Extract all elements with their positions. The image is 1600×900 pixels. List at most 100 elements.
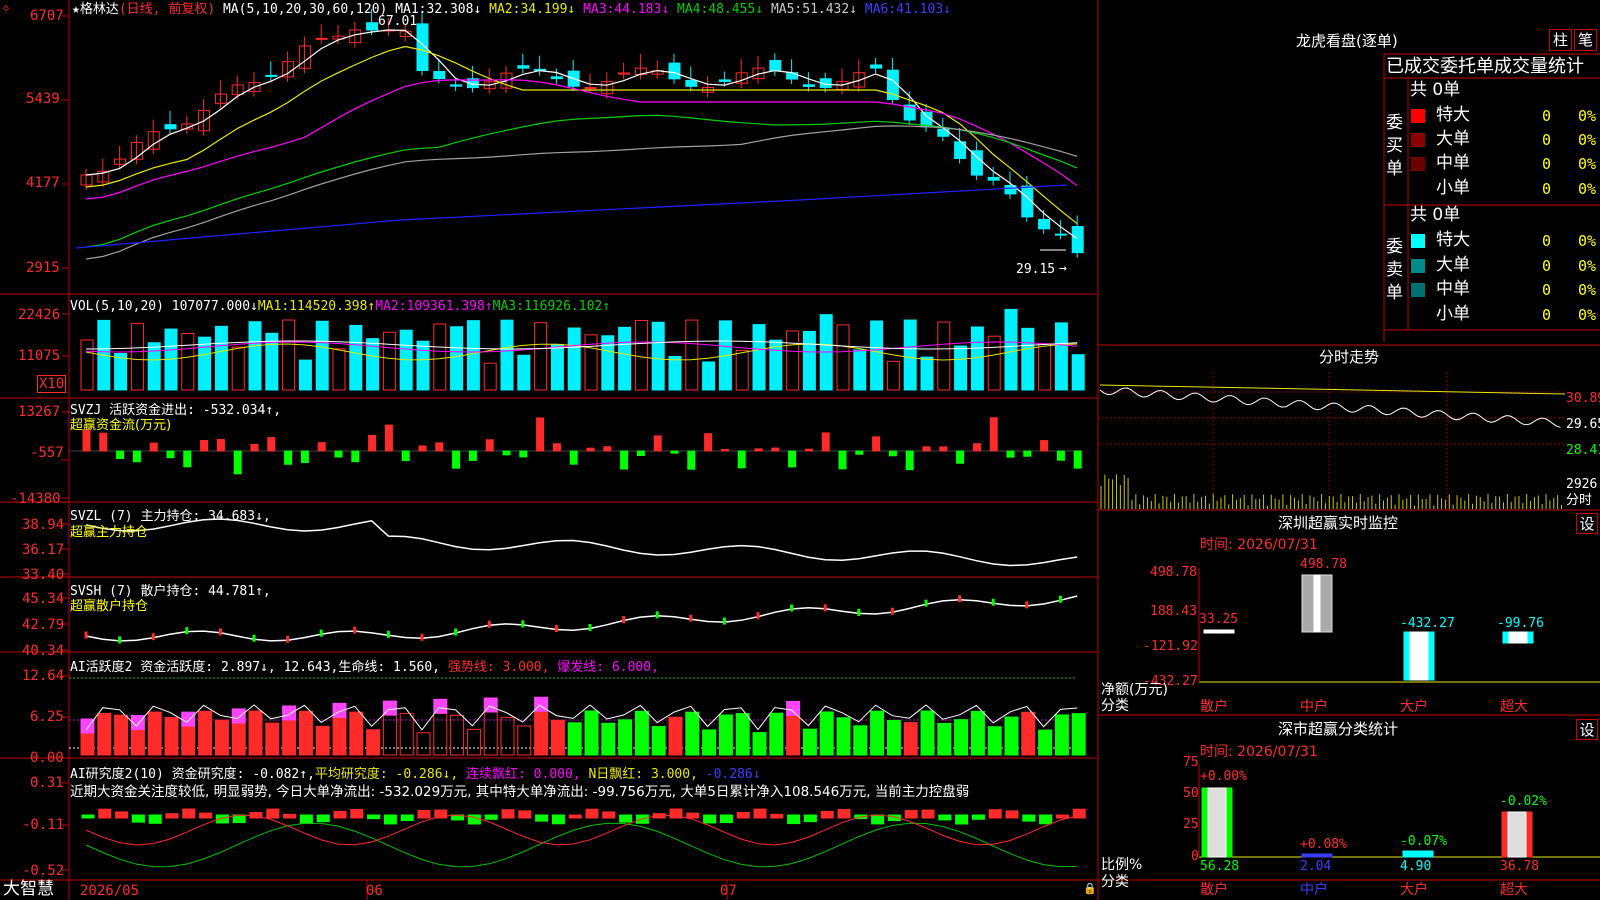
flow-bar	[334, 450, 343, 458]
sz-monitor-tick-2: 188.43	[1150, 604, 1197, 619]
research-bar	[988, 809, 1002, 819]
candle-down	[517, 65, 530, 69]
sz-category-title: 深市超赢分类统计	[1278, 720, 1399, 738]
buy-l-pct: 0%	[1578, 131, 1597, 149]
favorite-star-icon[interactable]: ★	[72, 2, 80, 17]
price-tick-1: 6707	[30, 8, 64, 24]
sz-category-tick-2: 50	[1183, 786, 1199, 801]
tab-orders[interactable]: 委托单	[1440, 56, 1494, 77]
lock-icon[interactable]: 🔒	[1083, 883, 1097, 894]
sz-monitor-settings-button[interactable]: 设	[1576, 513, 1598, 534]
buy-m-name: 中单	[1436, 153, 1470, 173]
bar-view-button[interactable]: 柱	[1549, 29, 1572, 51]
volume-bar-down	[1071, 354, 1085, 391]
research-bar	[719, 814, 733, 824]
volume-bar-down	[416, 340, 430, 391]
volume-bar-up	[786, 330, 800, 391]
svsh-tick	[185, 627, 189, 635]
sz-monitor-y-unit: 净额(万元)	[1101, 682, 1168, 698]
volume-bar-down	[147, 342, 161, 391]
svzj-header: SVZJ 活跃资金进出: -532.034↑,	[70, 404, 281, 417]
ai-active-life: 生命线: 1.560,	[338, 660, 441, 675]
buy-m-swatch	[1411, 157, 1425, 171]
flow-bar	[418, 445, 427, 452]
sz-monitor-time: 时间: 2026/07/31	[1200, 537, 1318, 553]
svzj-value: -532.034↑,	[202, 403, 282, 418]
svzl-subtitle: 超赢主力持仓	[70, 525, 149, 540]
research-bar	[871, 814, 885, 825]
candle-down	[450, 84, 463, 87]
volume-bar-down	[920, 356, 934, 391]
vol-title: VOL(5,10,20)	[70, 299, 164, 314]
main-chart-canvas[interactable]	[0, 0, 1600, 900]
candle-down	[1071, 226, 1084, 254]
tab-volume-stats[interactable]: 成交量统计	[1494, 56, 1584, 77]
active-bar-top	[231, 708, 246, 724]
candle-up	[584, 87, 597, 90]
flow-bar	[1073, 450, 1082, 469]
active-bar	[685, 711, 700, 756]
research-bar	[568, 814, 582, 819]
candle-down	[550, 76, 563, 80]
sz-cat-2: 中户	[1300, 699, 1328, 715]
flow-bar	[468, 450, 477, 461]
flow-bar	[653, 435, 662, 452]
active-bar	[651, 726, 666, 756]
research-bar	[199, 812, 213, 819]
cat-change-3: -0.07%	[1400, 834, 1447, 849]
tab-filled[interactable]: 已成交	[1386, 56, 1440, 77]
period-label[interactable]: (日线, 前复权)	[119, 2, 215, 17]
monitor-bar-2	[1313, 574, 1321, 633]
buy-xl-name: 特大	[1436, 105, 1470, 125]
vol-value: 107077.000↓	[171, 299, 258, 314]
svsh-tick	[218, 628, 222, 636]
active-bar	[853, 725, 868, 756]
research-line	[85, 822, 1078, 868]
svsh-tick	[554, 625, 558, 633]
buy-s-name: 小单	[1436, 178, 1470, 198]
sz-category-settings-button[interactable]: 设	[1576, 719, 1598, 740]
ma-line-3	[85, 79, 1078, 200]
ai-active-burst: 爆发线: 6.000,	[557, 660, 659, 675]
research-bar	[182, 808, 196, 819]
volume-bar-down	[651, 321, 665, 391]
research-bar	[686, 812, 700, 819]
ai-research-tick-2: -0.11	[22, 817, 65, 833]
research-bar	[115, 811, 129, 819]
flow-bar	[519, 450, 528, 458]
active-bar-hollow	[466, 728, 481, 756]
brand-label[interactable]: 大智慧	[3, 881, 54, 898]
ai-research-tick-1: 0.31	[30, 775, 64, 791]
active-bar	[735, 713, 750, 756]
active-bar	[298, 710, 313, 756]
active-bar	[752, 732, 767, 756]
pen-view-button[interactable]: 笔	[1574, 29, 1597, 51]
flow-bar	[569, 450, 578, 465]
svsh-subtitle: 超赢散户持仓	[70, 599, 149, 614]
candle-down	[265, 74, 278, 77]
ma4-value: 48.455↓	[708, 2, 764, 17]
monitor-bar-1	[1203, 629, 1235, 634]
flow-bar	[132, 450, 141, 463]
candle-down	[433, 70, 446, 80]
active-bar	[618, 719, 633, 756]
ai-research-lianxu: 连续飘红: 0.000,	[466, 767, 581, 782]
cat-name-3: 大户	[1400, 882, 1428, 898]
flow-bar	[368, 434, 377, 452]
sz-category-tick-4: 0	[1191, 849, 1199, 864]
svsh-tick-3: 40.34	[22, 643, 65, 659]
active-bar	[130, 729, 145, 756]
ma3-label: MA3:	[583, 2, 615, 17]
intraday-volume: 2926	[1566, 477, 1598, 492]
active-bar	[1021, 711, 1036, 756]
active-bar	[718, 714, 733, 756]
candle-down	[970, 150, 983, 176]
active-bar	[315, 725, 330, 756]
research-bar	[299, 814, 313, 825]
flow-bar	[183, 450, 192, 468]
volume-header: VOL(5,10,20) 107077.000↓MA1:114520.398↑M…	[70, 300, 610, 313]
research-bar	[787, 814, 801, 825]
active-bar-hollow	[433, 712, 448, 756]
flow-bar	[972, 443, 981, 452]
cat-change-2: +0.08%	[1300, 837, 1347, 852]
